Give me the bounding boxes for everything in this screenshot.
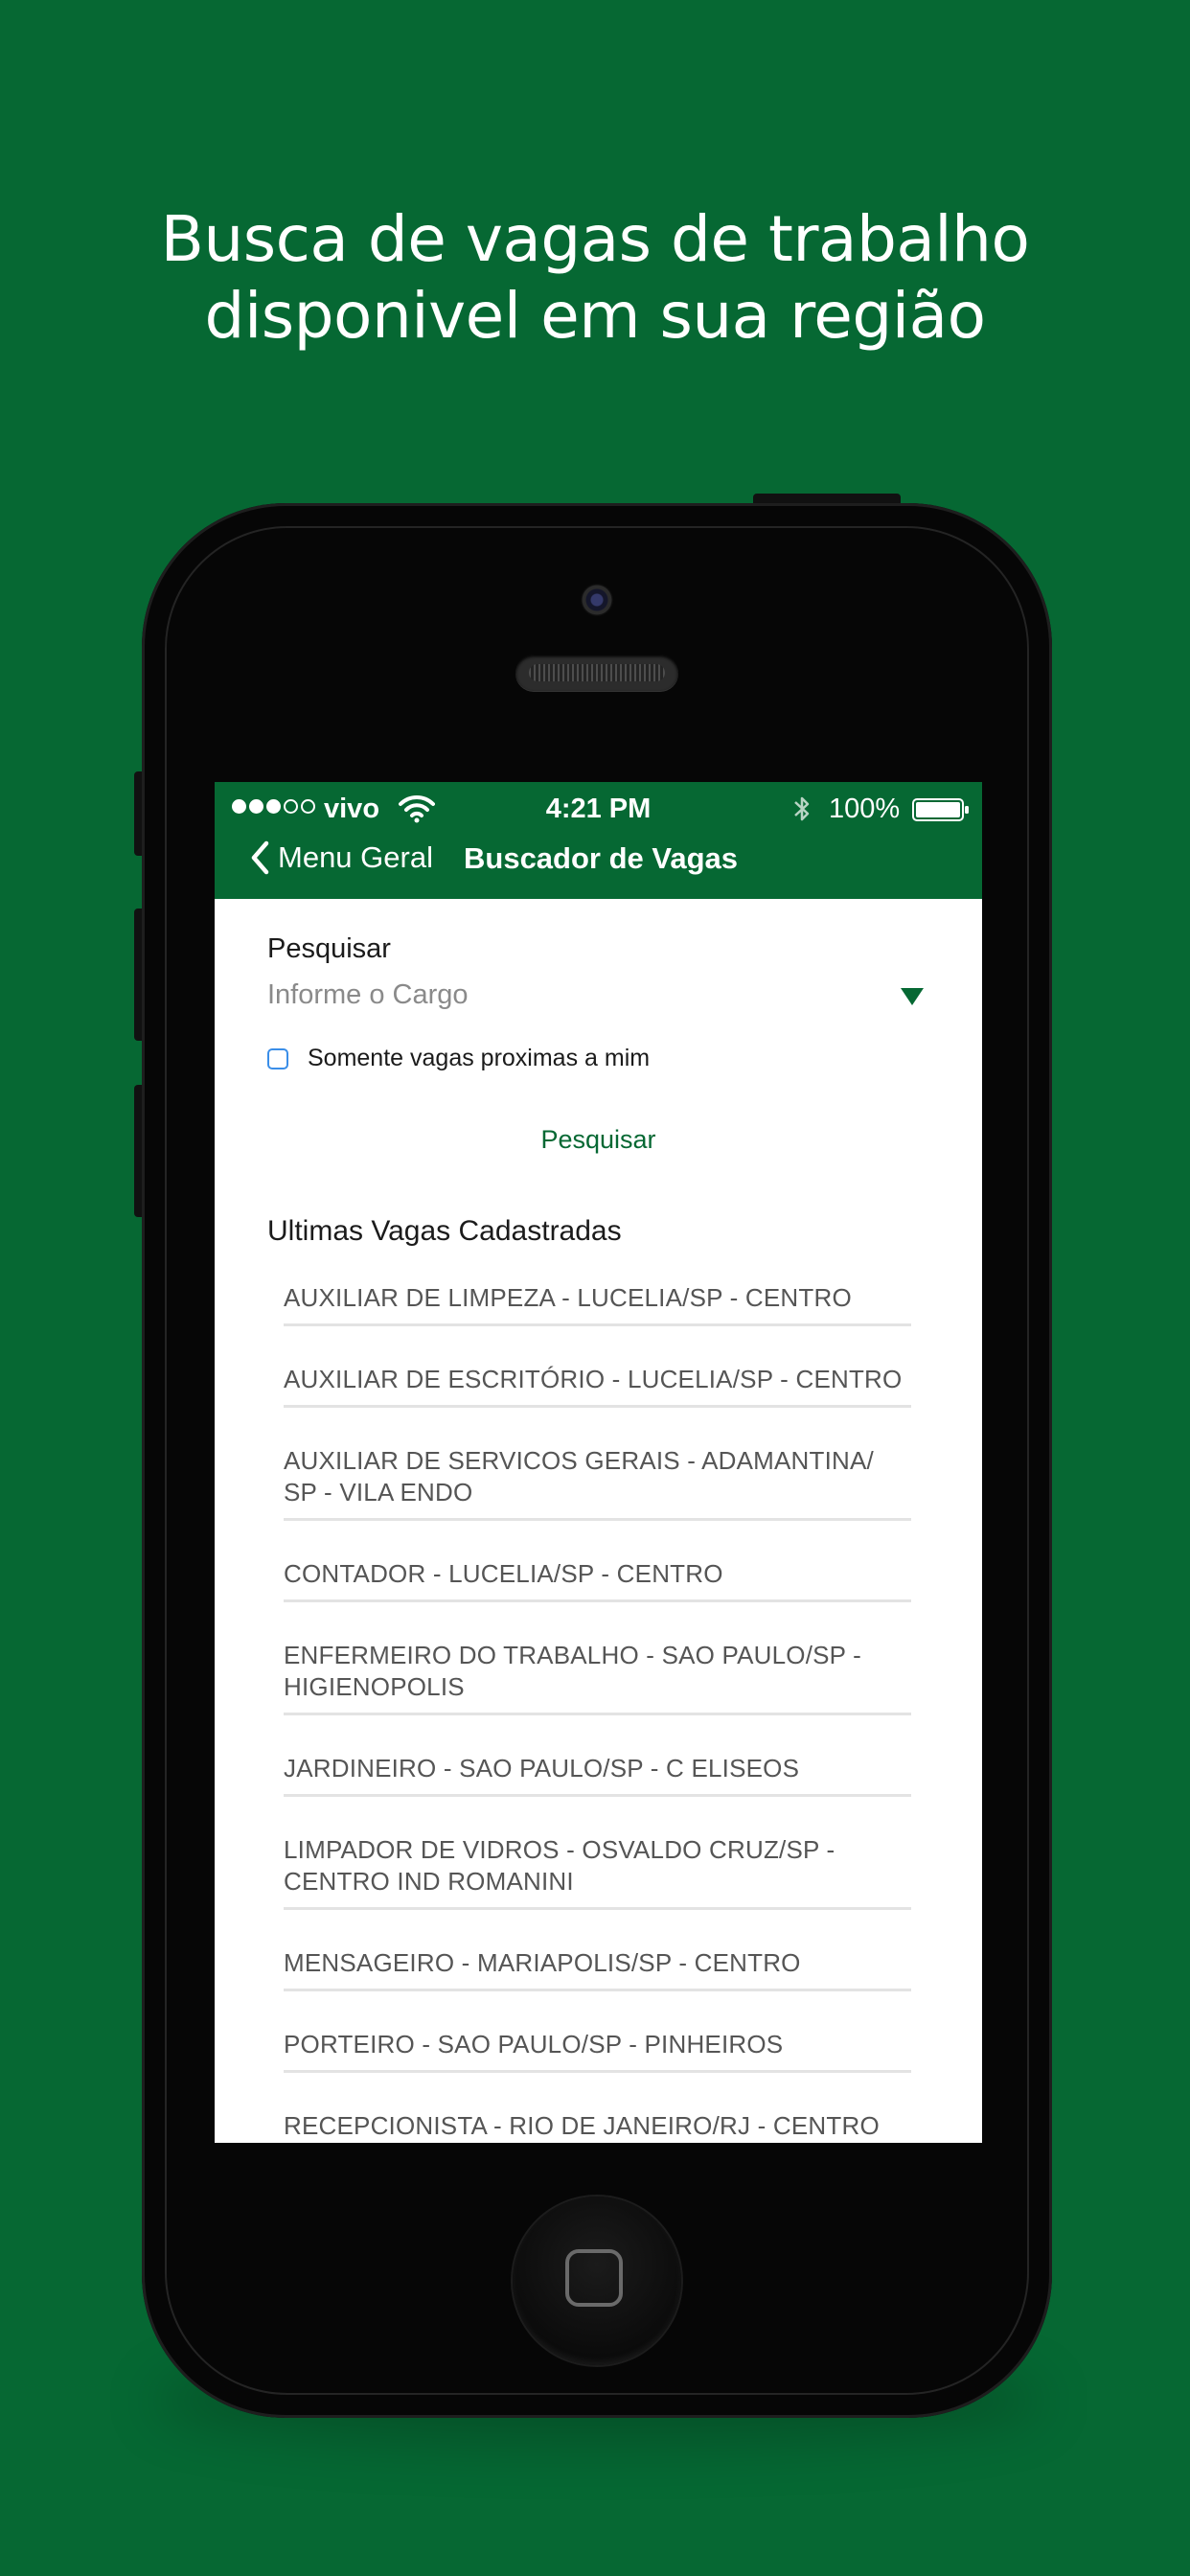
job-list-item[interactable]: JARDINEIRO - SAO PAULO/SP - C ELISEOS bbox=[284, 1739, 911, 1797]
headline-line-2: disponivel em sua região bbox=[204, 279, 986, 353]
search-label: Pesquisar bbox=[267, 933, 391, 964]
job-list-item[interactable]: RECEPCIONISTA - RIO DE JANEIRO/RJ - CENT… bbox=[284, 2097, 911, 2143]
job-title: RECEPCIONISTA - RIO DE JANEIRO/RJ - CENT… bbox=[284, 2111, 880, 2140]
headline-line-1: Busca de vagas de trabalho bbox=[160, 202, 1030, 276]
job-list-item[interactable]: PORTEIRO - SAO PAULO/SP - PINHEIROS bbox=[284, 2015, 911, 2073]
battery-icon bbox=[912, 798, 969, 821]
search-button-label: Pesquisar bbox=[540, 1125, 656, 1154]
job-title: MENSAGEIRO - MARIAPOLIS/SP - CENTRO bbox=[284, 1948, 801, 1977]
triangle-down-icon[interactable] bbox=[900, 987, 925, 1006]
job-list-item[interactable]: CONTADOR - LUCELIA/SP - CENTRO bbox=[284, 1545, 911, 1602]
job-list-item[interactable]: AUXILIAR DE SERVICOS GERAIS - ADAMANTINA… bbox=[284, 1432, 911, 1521]
app-screen: vivo 4:21 PM 100% Menu Geral Buscador de… bbox=[215, 782, 982, 2143]
job-title: AUXILIAR DE LIMPEZA - LUCELIA/SP - CENTR… bbox=[284, 1283, 852, 1312]
page-title: Buscador de Vagas bbox=[464, 841, 739, 875]
job-title: AUXILIAR DE ESCRITÓRIO - LUCELIA/SP - CE… bbox=[284, 1365, 903, 1393]
status-bar: vivo 4:21 PM 100% bbox=[215, 782, 982, 836]
job-title: AUXILIAR DE SERVICOS GERAIS - ADAMANTINA… bbox=[284, 1446, 874, 1506]
job-list-item[interactable]: AUXILIAR DE LIMPEZA - LUCELIA/SP - CENTR… bbox=[284, 1269, 911, 1326]
search-button[interactable]: Pesquisar bbox=[215, 1125, 982, 1155]
job-title: JARDINEIRO - SAO PAULO/SP - C ELISEOS bbox=[284, 1754, 800, 1782]
job-title: CONTADOR - LUCELIA/SP - CENTRO bbox=[284, 1559, 723, 1588]
job-title: PORTEIRO - SAO PAULO/SP - PINHEIROS bbox=[284, 2030, 784, 2058]
earpiece-speaker bbox=[515, 655, 678, 691]
chevron-left-icon bbox=[251, 840, 269, 875]
job-list-item[interactable]: ENFERMEIRO DO TRABALHO - SAO PAULO/SP - … bbox=[284, 1626, 911, 1715]
home-button[interactable] bbox=[513, 2196, 681, 2365]
job-list-item[interactable]: LIMPADOR DE VIDROS - OSVALDO CRUZ/SP - C… bbox=[284, 1821, 911, 1910]
back-button[interactable]: Menu Geral bbox=[249, 840, 433, 876]
home-square-icon bbox=[565, 2249, 623, 2307]
cargo-placeholder: Informe o Cargo bbox=[267, 979, 469, 1010]
job-list-item[interactable]: AUXILIAR DE ESCRITÓRIO - LUCELIA/SP - CE… bbox=[284, 1350, 911, 1408]
near-me-label: Somente vagas proximas a mim bbox=[308, 1045, 651, 1071]
job-title: LIMPADOR DE VIDROS - OSVALDO CRUZ/SP - C… bbox=[284, 1835, 835, 1896]
navigation-bar: vivo 4:21 PM 100% Menu Geral Buscador de… bbox=[215, 782, 982, 899]
battery-percentage: 100% bbox=[829, 794, 901, 824]
near-me-checkbox[interactable] bbox=[267, 1047, 288, 1070]
bluetooth-icon bbox=[794, 796, 810, 821]
near-me-option[interactable]: Somente vagas proximas a mim bbox=[267, 1045, 650, 1072]
job-list-item[interactable]: MENSAGEIRO - MARIAPOLIS/SP - CENTRO bbox=[284, 1934, 911, 1991]
front-camera bbox=[581, 584, 613, 616]
back-button-label: Menu Geral bbox=[278, 840, 433, 874]
cargo-select-field[interactable]: Informe o Cargo bbox=[267, 979, 925, 1022]
latest-jobs-title: Ultimas Vagas Cadastradas bbox=[267, 1215, 622, 1247]
job-list: AUXILIAR DE LIMPEZA - LUCELIA/SP - CENTR… bbox=[284, 1269, 911, 2143]
headline: Busca de vagas de trabalho disponivel em… bbox=[0, 201, 1190, 355]
job-title: ENFERMEIRO DO TRABALHO - SAO PAULO/SP - … bbox=[284, 1641, 862, 1701]
